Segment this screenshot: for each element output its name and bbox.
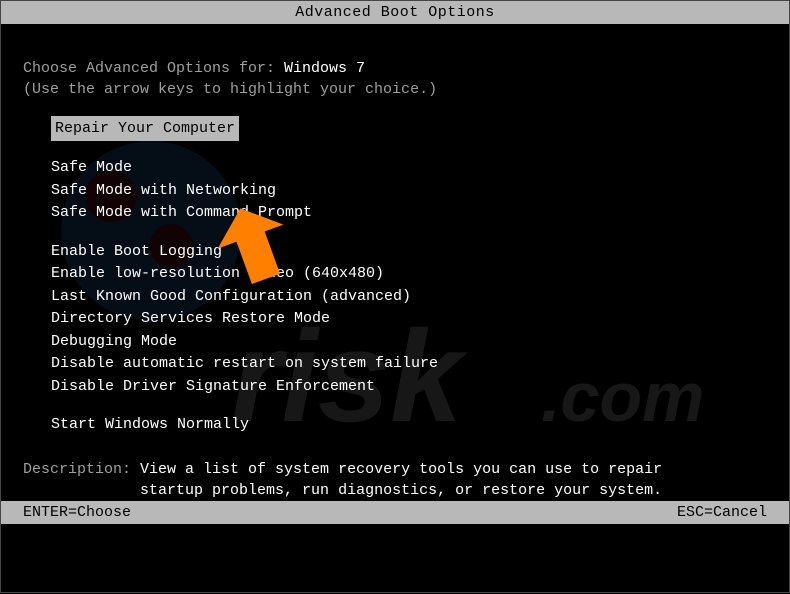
menu-item-safe-mode-command[interactable]: Safe Mode with Command Prompt <box>51 202 767 225</box>
page-title: Advanced Boot Options <box>295 4 495 21</box>
prompt-prefix: Choose Advanced Options for: <box>23 60 284 77</box>
footer-esc: ESC=Cancel <box>677 504 767 521</box>
menu-item-disable-auto-restart[interactable]: Disable automatic restart on system fail… <box>51 353 767 376</box>
hint-text: (Use the arrow keys to highlight your ch… <box>23 79 767 100</box>
os-name: Windows 7 <box>284 60 365 77</box>
description-block: Description: View a list of system recov… <box>23 459 767 501</box>
footer-bar: ENTER=Choose ESC=Cancel <box>1 501 789 524</box>
menu-item-dsrm[interactable]: Directory Services Restore Mode <box>51 308 767 331</box>
menu-item-boot-logging[interactable]: Enable Boot Logging <box>51 241 767 264</box>
menu-item-start-normally[interactable]: Start Windows Normally <box>51 414 767 437</box>
menu-item-safe-mode-networking[interactable]: Safe Mode with Networking <box>51 180 767 203</box>
title-bar: Advanced Boot Options <box>1 1 789 24</box>
description-text-2: startup problems, run diagnostics, or re… <box>140 482 662 499</box>
description-label: Description: <box>23 461 140 478</box>
menu-item-repair[interactable]: Repair Your Computer <box>51 116 239 141</box>
menu-item-disable-driver-sig[interactable]: Disable Driver Signature Enforcement <box>51 376 767 399</box>
footer-enter: ENTER=Choose <box>23 504 131 521</box>
prompt-line: Choose Advanced Options for: Windows 7 <box>23 58 767 79</box>
description-text-1: View a list of system recovery tools you… <box>140 461 662 478</box>
menu-item-debugging[interactable]: Debugging Mode <box>51 331 767 354</box>
menu-item-low-res[interactable]: Enable low-resolution video (640x480) <box>51 263 767 286</box>
menu-item-last-known-good[interactable]: Last Known Good Configuration (advanced) <box>51 286 767 309</box>
menu-item-safe-mode[interactable]: Safe Mode <box>51 157 767 180</box>
